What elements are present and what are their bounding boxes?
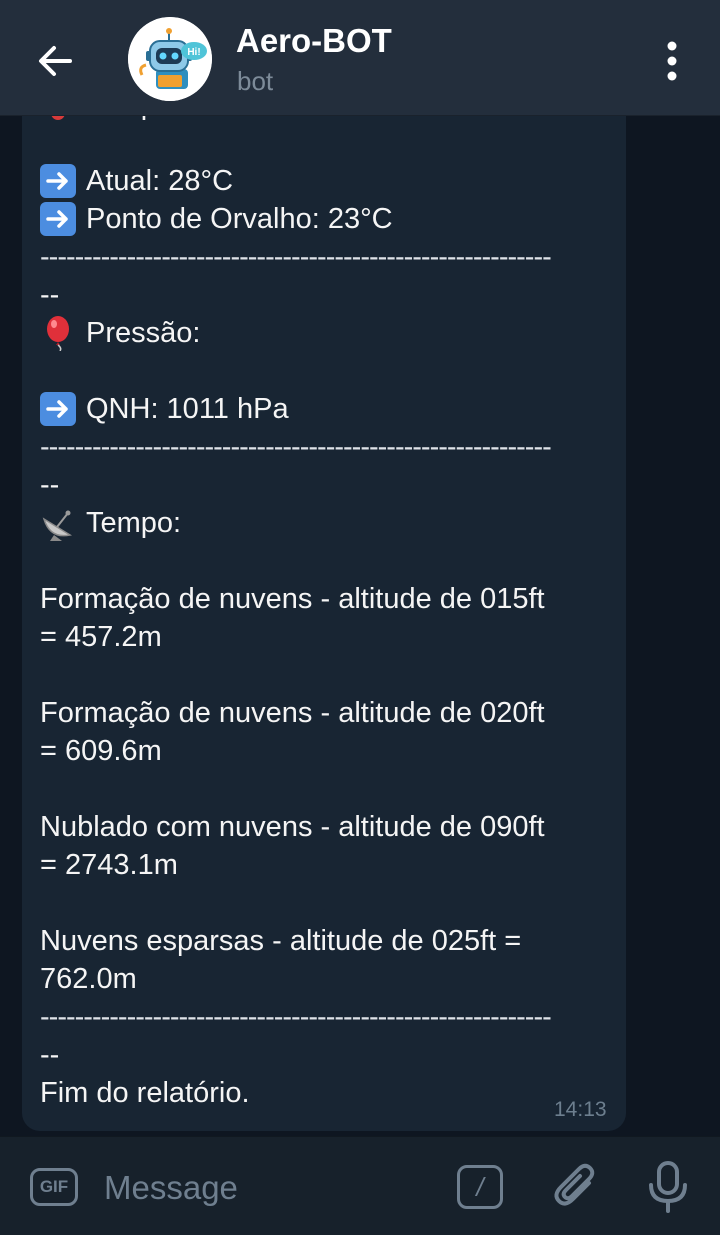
divider-tail: -- <box>40 469 60 501</box>
temperature-title: Temperatura: <box>86 116 257 124</box>
cloud-line: = 609.6m <box>40 735 162 767</box>
arrow-right-icon <box>40 202 76 236</box>
message-text: Temperatura: Atual: 28°C Ponto de Orvalh… <box>40 116 620 1112</box>
weather-title: Tempo: <box>86 507 182 539</box>
gif-button[interactable]: GIF <box>30 1168 78 1206</box>
temp-dew: Ponto de Orvalho: 23°C <box>86 203 393 235</box>
avatar-badge-text: Hi! <box>187 47 200 58</box>
temperature-title-line: Temperatura: <box>40 116 620 124</box>
cloud-line: Nublado com nuvens - altitude de 090ft <box>40 811 545 843</box>
chat-subtitle: bot <box>237 66 274 96</box>
back-button[interactable] <box>30 36 80 86</box>
microphone-button[interactable] <box>646 1159 690 1215</box>
weather-title-line: Tempo: <box>40 504 620 542</box>
cloud-line: = 2743.1m <box>40 849 178 881</box>
cloud-line: 762.0m <box>40 963 137 995</box>
balloon-icon <box>47 316 69 351</box>
microphone-icon <box>649 1161 687 1213</box>
paperclip-icon <box>554 1163 595 1206</box>
avatar[interactable]: Hi! <box>128 17 212 101</box>
thermometer-icon <box>51 116 65 120</box>
message-time: 14:13 <box>554 1098 607 1121</box>
arrow-right-icon <box>40 392 76 426</box>
attach-button[interactable] <box>553 1161 599 1213</box>
arrow-right-icon <box>40 164 76 198</box>
satellite-dish-icon <box>42 510 73 541</box>
cloud-line: Formação de nuvens - altitude de 015ft <box>40 583 545 615</box>
divider: ----------------------------------------… <box>40 431 552 463</box>
pressure-title-line: Pressão: <box>40 314 620 352</box>
cloud-line: = 457.2m <box>40 621 162 653</box>
divider-tail: -- <box>40 279 60 311</box>
chat-area[interactable]: Temperatura: Atual: 28°C Ponto de Orvalh… <box>0 116 720 1136</box>
chat-header: Hi! Aero-BOT bot <box>0 0 720 116</box>
cloud-line: Nuvens esparsas - altitude de 025ft = <box>40 925 522 957</box>
temp-dew-line: Ponto de Orvalho: 23°C <box>40 200 620 238</box>
end-text: Fim do relatório. <box>40 1077 250 1109</box>
pressure-qnh: QNH: 1011 hPa <box>86 393 289 425</box>
temp-current: Atual: 28°C <box>86 165 234 197</box>
divider: ----------------------------------------… <box>40 241 552 273</box>
menu-button[interactable] <box>652 36 692 86</box>
message-input[interactable] <box>104 1165 434 1211</box>
divider-tail: -- <box>40 1039 60 1071</box>
divider: ----------------------------------------… <box>40 1001 552 1033</box>
pressure-qnh-line: QNH: 1011 hPa <box>40 390 620 428</box>
pressure-title: Pressão: <box>86 317 201 349</box>
temp-current-line: Atual: 28°C <box>40 162 620 200</box>
robot-avatar-icon: Hi! <box>128 17 212 101</box>
cloud-line: Formação de nuvens - altitude de 020ft <box>40 697 545 729</box>
more-vertical-icon <box>667 41 677 81</box>
arrow-left-icon <box>39 46 72 76</box>
chat-title[interactable]: Aero-BOT <box>236 22 392 60</box>
message-composer: GIF / <box>0 1136 720 1235</box>
bot-command-button[interactable]: / <box>457 1165 503 1209</box>
